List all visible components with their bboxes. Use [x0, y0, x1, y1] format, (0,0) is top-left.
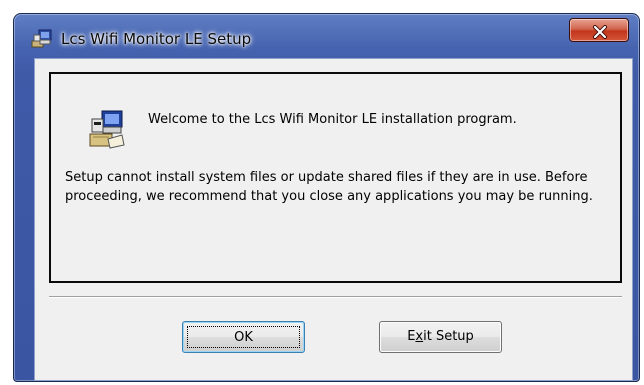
setup-computer-icon — [88, 109, 126, 149]
close-icon — [592, 24, 608, 39]
exit-label-mnemonic: x — [415, 329, 424, 344]
setup-window: Lcs Wifi Monitor LE Setup Welcome to the… — [13, 13, 640, 382]
welcome-message: Welcome to the Lcs Wifi Monitor LE insta… — [148, 112, 517, 127]
installer-app-icon — [31, 29, 53, 49]
close-button[interactable] — [569, 18, 629, 42]
dialog-client-area: Welcome to the Lcs Wifi Monitor LE insta… — [34, 58, 633, 381]
window-title: Lcs Wifi Monitor LE Setup — [61, 30, 252, 48]
warning-message: Setup cannot install system files or upd… — [65, 170, 593, 204]
ok-button[interactable]: OK — [182, 321, 305, 353]
separator-highlight — [49, 297, 622, 298]
ok-button-label: OK — [187, 326, 300, 348]
exit-setup-button[interactable]: Exit Setup — [379, 321, 502, 353]
exit-label-suffix: it Setup — [423, 329, 474, 344]
title-bar[interactable]: Lcs Wifi Monitor LE Setup — [14, 14, 639, 58]
welcome-panel: Welcome to the Lcs Wifi Monitor LE insta… — [49, 72, 622, 283]
